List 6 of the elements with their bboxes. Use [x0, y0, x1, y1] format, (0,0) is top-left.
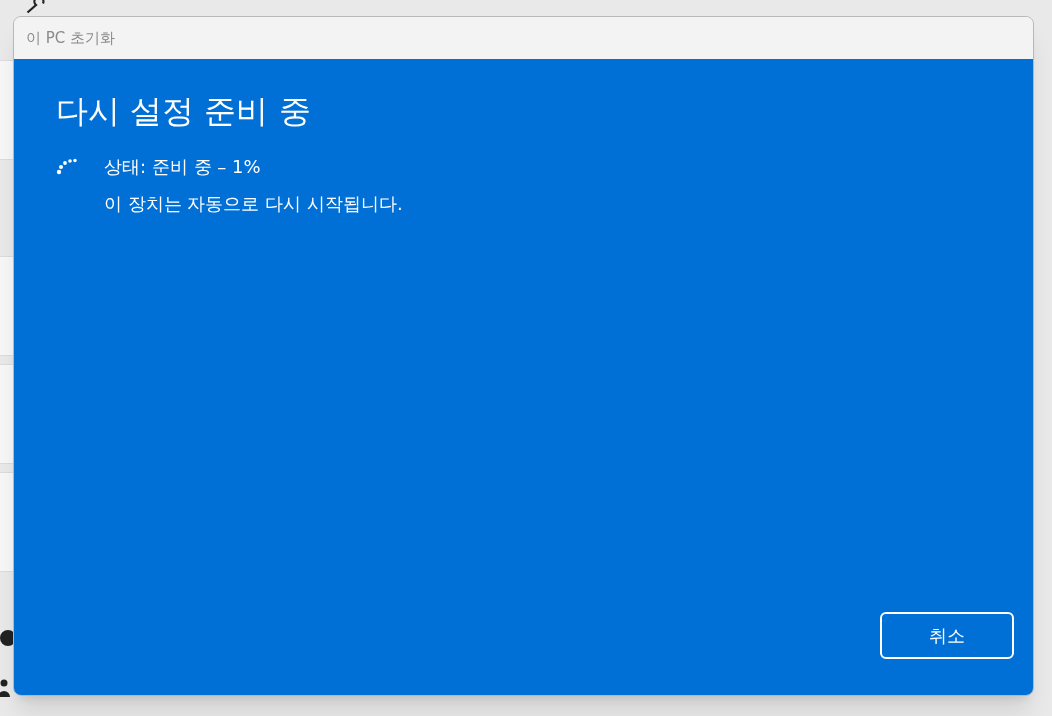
window-title: 이 PC 초기화 [26, 27, 116, 49]
dialog-heading: 다시 설정 준비 중 [56, 91, 312, 131]
cancel-button[interactable]: 취소 [880, 612, 1014, 659]
restart-message: 이 장치는 자동으로 다시 시작됩니다. [104, 192, 403, 216]
loading-spinner-icon [56, 157, 80, 177]
status-text: 상태: 준비 중 – 1% [104, 155, 262, 179]
